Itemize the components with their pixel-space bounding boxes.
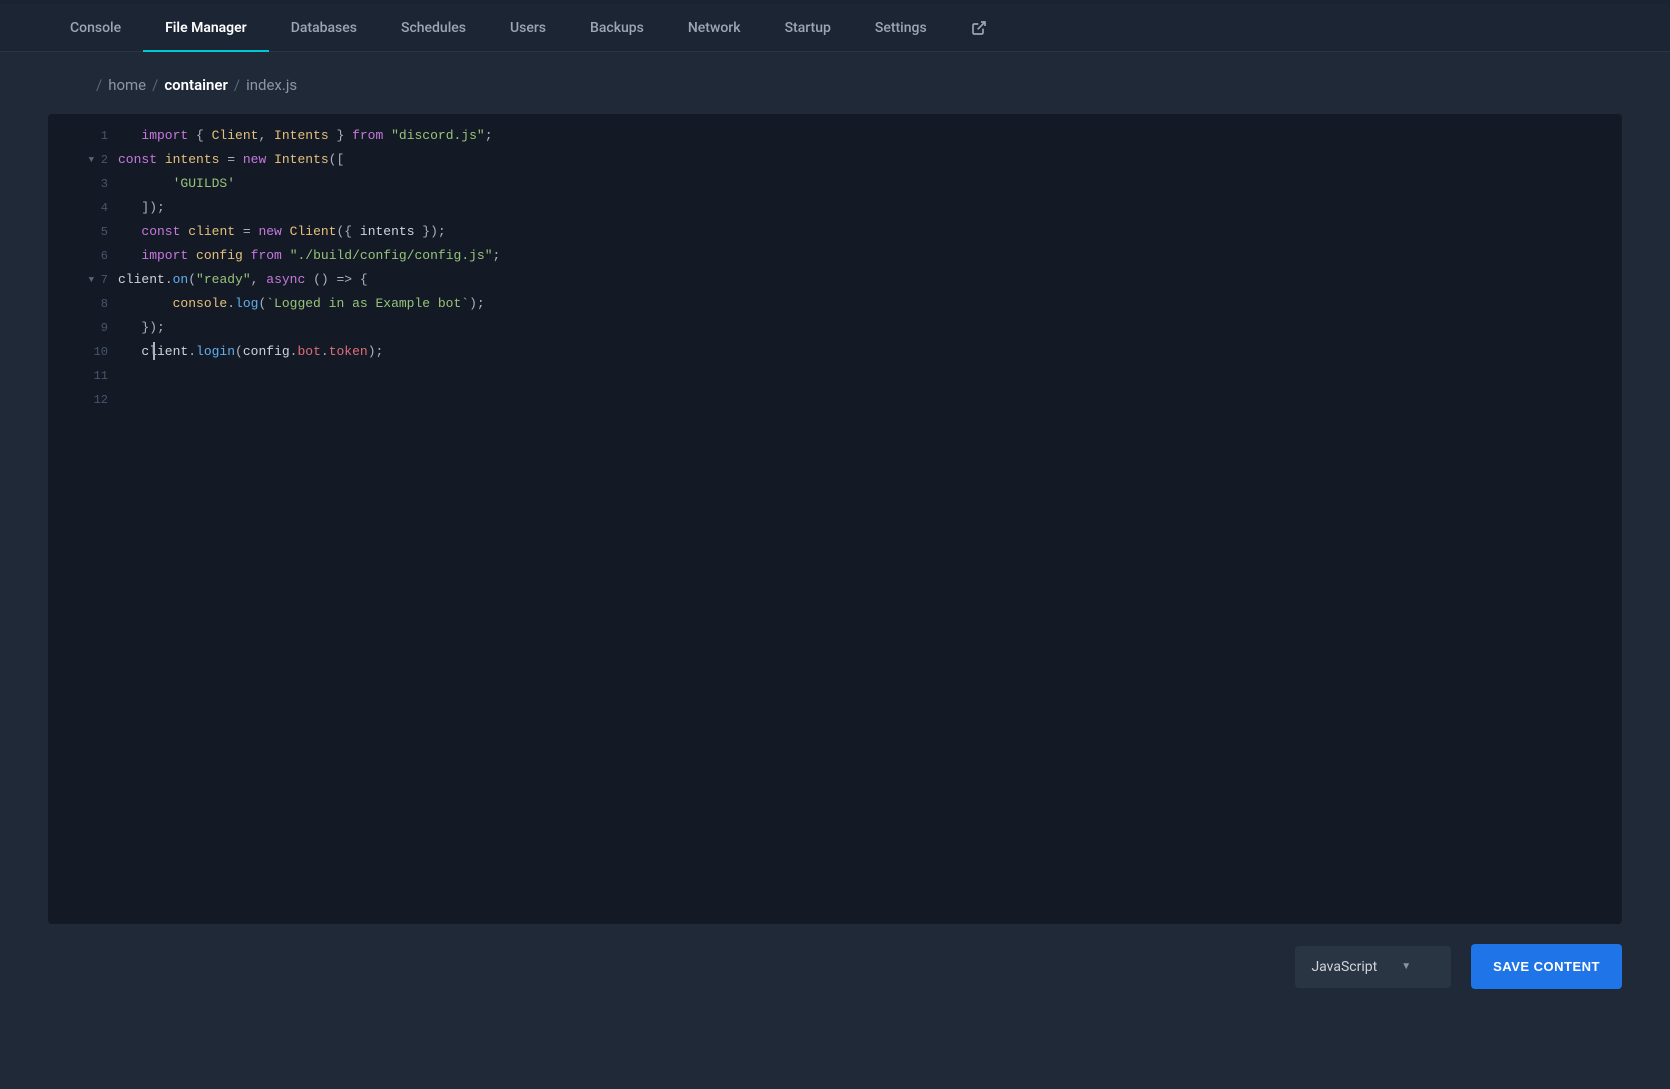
code-line[interactable]: }); bbox=[118, 316, 1622, 340]
main-nav: Console File Manager Databases Schedules… bbox=[0, 4, 1670, 52]
code-line[interactable]: console.log(`Logged in as Example bot`); bbox=[118, 292, 1622, 316]
code-line[interactable]: client.login(config.bot.token); bbox=[118, 340, 1622, 364]
line-number: 1 bbox=[48, 124, 118, 148]
line-number: 9 bbox=[48, 316, 118, 340]
code-content[interactable]: import { Client, Intents } from "discord… bbox=[118, 114, 1622, 924]
code-line[interactable] bbox=[118, 364, 1622, 388]
code-line[interactable]: ]); bbox=[118, 196, 1622, 220]
line-number: 7▼ bbox=[48, 268, 118, 292]
save-content-button[interactable]: SAVE CONTENT bbox=[1471, 944, 1622, 989]
code-line[interactable]: const intents = new Intents([ bbox=[118, 148, 1622, 172]
line-number: 8 bbox=[48, 292, 118, 316]
line-number: 10 bbox=[48, 340, 118, 364]
tab-databases[interactable]: Databases bbox=[269, 4, 379, 51]
tab-startup[interactable]: Startup bbox=[763, 4, 853, 51]
breadcrumb-container[interactable]: container bbox=[164, 76, 228, 94]
code-line[interactable] bbox=[118, 388, 1622, 412]
tab-users[interactable]: Users bbox=[488, 4, 568, 51]
line-number: 5 bbox=[48, 220, 118, 244]
tab-settings[interactable]: Settings bbox=[853, 4, 949, 51]
text-cursor bbox=[153, 342, 155, 360]
line-number: 2▼ bbox=[48, 148, 118, 172]
tab-schedules[interactable]: Schedules bbox=[379, 4, 488, 51]
code-editor[interactable]: 12▼34567▼89101112 import { Client, Inten… bbox=[48, 114, 1622, 924]
external-link-icon[interactable] bbox=[949, 20, 1009, 36]
breadcrumb: / home / container / index.js bbox=[90, 76, 1622, 94]
content-wrapper: / home / container / index.js 12▼34567▼8… bbox=[0, 52, 1670, 1013]
breadcrumb-filename: index.js bbox=[246, 76, 297, 94]
line-number: 6 bbox=[48, 244, 118, 268]
breadcrumb-separator: / bbox=[152, 76, 158, 94]
breadcrumb-home[interactable]: home bbox=[108, 76, 146, 94]
tab-network[interactable]: Network bbox=[666, 4, 763, 51]
tab-backups[interactable]: Backups bbox=[568, 4, 666, 51]
chevron-down-icon: ▼ bbox=[1401, 961, 1411, 972]
tab-console[interactable]: Console bbox=[48, 4, 143, 51]
code-line[interactable]: client.on("ready", async () => { bbox=[118, 268, 1622, 292]
breadcrumb-separator: / bbox=[234, 76, 240, 94]
line-number: 11 bbox=[48, 364, 118, 388]
code-line[interactable]: import config from "./build/config/confi… bbox=[118, 244, 1622, 268]
fold-marker-icon[interactable]: ▼ bbox=[89, 148, 94, 172]
editor-footer: JavaScript ▼ SAVE CONTENT bbox=[48, 944, 1622, 989]
fold-marker-icon[interactable]: ▼ bbox=[89, 268, 94, 292]
code-line[interactable]: import { Client, Intents } from "discord… bbox=[118, 124, 1622, 148]
code-line[interactable]: const client = new Client({ intents }); bbox=[118, 220, 1622, 244]
tab-file-manager[interactable]: File Manager bbox=[143, 4, 269, 51]
language-selected-label: JavaScript bbox=[1311, 959, 1377, 975]
line-number-gutter: 12▼34567▼89101112 bbox=[48, 114, 118, 924]
breadcrumb-separator: / bbox=[96, 76, 102, 94]
code-line[interactable]: 'GUILDS' bbox=[118, 172, 1622, 196]
line-number: 4 bbox=[48, 196, 118, 220]
line-number: 12 bbox=[48, 388, 118, 412]
language-selector[interactable]: JavaScript ▼ bbox=[1295, 946, 1451, 988]
line-number: 3 bbox=[48, 172, 118, 196]
